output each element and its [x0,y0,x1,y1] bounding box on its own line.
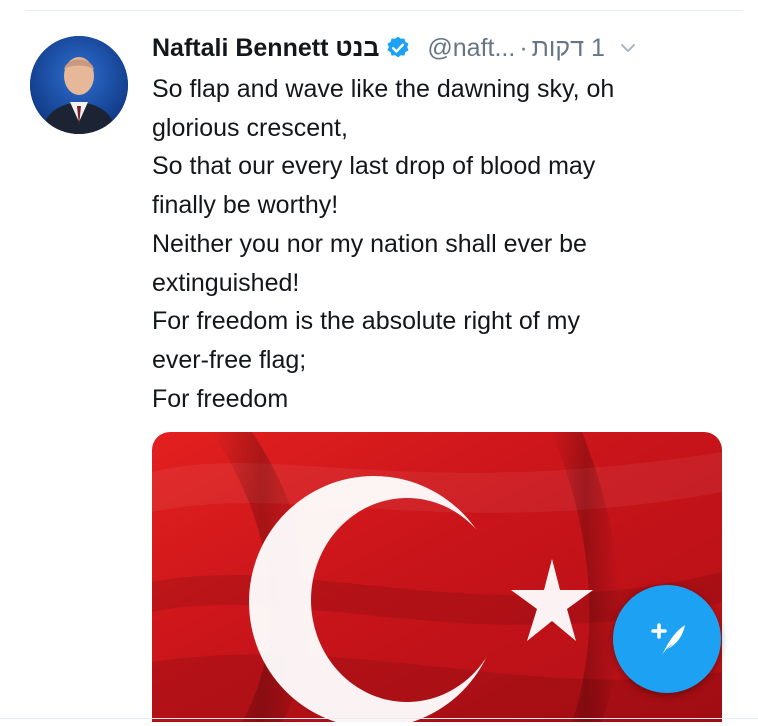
timestamp[interactable]: 1 דקות [532,34,605,63]
avatar[interactable] [30,36,128,134]
display-name-hebrew[interactable]: בנט [335,34,379,63]
tweet-text-line: So that our every last drop of blood may [152,152,596,181]
compose-tweet-icon [651,623,685,655]
tweet-text-line: extinguished! [152,268,300,297]
tweet-text-line: Neither you nor my nation shall ever be [152,229,587,258]
tweet-header: Naftali Bennett בנט @naft... · 1 דקות [152,28,732,68]
tweet-text-line: For freedom is the absolute right of my [152,307,580,336]
tweet-text-line: For freedom [152,384,289,413]
top-divider [26,10,742,11]
tweet-text-line: glorious crescent, [152,113,348,142]
tweet-text-line: So flap and wave like the dawning sky, o… [152,75,615,103]
chevron-down-icon[interactable] [619,39,637,57]
user-handle[interactable]: @naft... [427,34,515,63]
compose-tweet-button[interactable] [613,585,721,693]
display-name[interactable]: Naftali Bennett [152,34,328,63]
verified-badge-icon [385,35,411,61]
tweet-text: So flap and wave like the dawning sky, o… [152,70,732,418]
avatar-image [30,36,128,134]
tweet-text-line: finally be worthy! [152,191,339,220]
dot-separator: · [519,33,528,62]
bottom-divider [0,718,758,719]
tweet-text-line: ever-free flag; [152,345,307,374]
